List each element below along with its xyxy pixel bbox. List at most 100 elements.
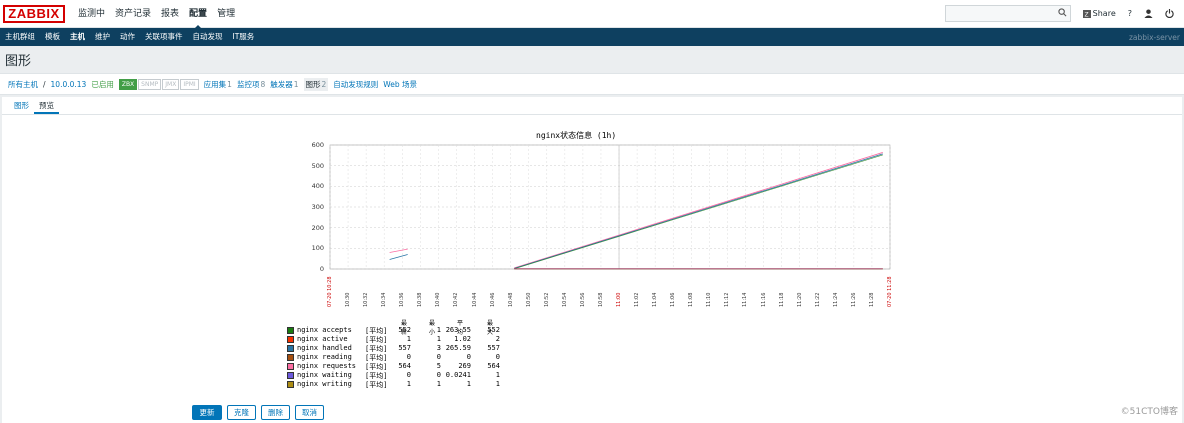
clone-button[interactable]: 克隆 xyxy=(227,405,256,420)
legend-value-avg: 1 xyxy=(466,380,471,388)
page-title: 图形 xyxy=(5,54,32,69)
tag-zbx: ZBX xyxy=(118,78,138,90)
breadcrumb-triggers[interactable]: 触发器1 xyxy=(270,79,298,90)
submenu-hosts[interactable]: 主机 xyxy=(65,28,90,46)
legend-swatch xyxy=(287,372,294,379)
breadcrumb: 所有主机 / 10.0.0.13 已启用 ZBX SNMP JMX IPMI 应… xyxy=(0,73,1184,95)
delete-button[interactable]: 删除 xyxy=(261,405,290,420)
legend-series-name: nginx reading xyxy=(297,353,352,361)
host-status[interactable]: 已启用 xyxy=(91,79,114,90)
search-icon[interactable] xyxy=(1058,8,1067,17)
breadcrumb-discovery-rules[interactable]: 自动发现规则 xyxy=(333,79,378,90)
legend-value-last: 1 xyxy=(406,335,411,343)
x-tick-label: 10:32 xyxy=(363,292,370,307)
legend-value-avg: 269 xyxy=(458,362,471,370)
main-menu: 监测中 资产记录 报表 配置 管理 xyxy=(73,0,240,29)
y-tick-label: 200 xyxy=(311,223,324,232)
menu-inventory[interactable]: 资产记录 xyxy=(110,0,156,28)
breadcrumb-web-scenarios[interactable]: Web 场景 xyxy=(383,79,417,90)
help-link[interactable]: ? xyxy=(1128,9,1132,18)
breadcrumb-applications[interactable]: 应用集1 xyxy=(204,79,232,90)
legend-value-last: 552 xyxy=(398,326,411,334)
legend-value-last: 0 xyxy=(406,353,411,361)
legend-value-min: 1 xyxy=(436,335,441,343)
tab-graph[interactable]: 图形 xyxy=(9,97,34,114)
legend-value-min: 1 xyxy=(436,380,441,388)
legend-swatch xyxy=(287,354,294,361)
menu-reports[interactable]: 报表 xyxy=(156,0,184,28)
legend-value-max: 0 xyxy=(495,353,500,361)
legend-swatch xyxy=(287,363,294,370)
tab-bar: 图形 预览 xyxy=(2,97,1182,115)
legend-value-avg: 0 xyxy=(466,353,471,361)
tab-preview[interactable]: 预览 xyxy=(34,97,59,114)
submenu-maintenance[interactable]: 维护 xyxy=(90,28,115,46)
legend-value-max: 1 xyxy=(495,380,500,388)
top-bar: ZABBIX 监测中 资产记录 报表 配置 管理 Z Share ? xyxy=(0,0,1184,29)
legend-value-last: 1 xyxy=(406,380,411,388)
x-tick-label: 07-20 11:28 xyxy=(887,276,893,307)
x-tick-label: 11:00 xyxy=(616,292,623,307)
x-tick-label: 11:10 xyxy=(706,292,713,307)
x-tick-label: 11:22 xyxy=(814,292,821,307)
legend-value-min: 1 xyxy=(436,326,441,334)
x-tick-label: 10:50 xyxy=(525,292,532,307)
logout-icon[interactable] xyxy=(1165,9,1174,18)
submenu-discovery[interactable]: 自动发现 xyxy=(188,28,228,46)
submenu-actions[interactable]: 动作 xyxy=(115,28,140,46)
x-tick-label: 10:48 xyxy=(507,292,514,307)
legend-series-name: nginx accepts xyxy=(297,326,352,334)
x-tick-label: 07-20 10:28 xyxy=(327,276,333,307)
menu-configuration[interactable]: 配置 xyxy=(184,0,212,29)
y-tick-label: 500 xyxy=(311,161,324,170)
search-input[interactable] xyxy=(944,5,1071,22)
y-tick-label: 400 xyxy=(311,182,324,191)
x-tick-label: 11:20 xyxy=(796,292,803,307)
x-tick-label: 10:46 xyxy=(489,292,496,307)
x-tick-label: 11:28 xyxy=(868,292,875,307)
tag-jmx: JMX xyxy=(162,78,180,90)
x-tick-label: 11:12 xyxy=(724,292,731,307)
title-bar: 图形 xyxy=(0,46,1184,73)
x-tick-label: 11:24 xyxy=(832,292,839,307)
breadcrumb-host[interactable]: 10.0.0.13 xyxy=(51,80,87,89)
submenu-event-correlation[interactable]: 关联项事件 xyxy=(140,28,188,46)
share-link[interactable]: Z Share xyxy=(1082,9,1116,18)
breadcrumb-items[interactable]: 监控项8 xyxy=(237,79,265,90)
y-tick-label: 300 xyxy=(311,203,324,211)
submenu-templates[interactable]: 模板 xyxy=(40,28,65,46)
x-tick-label: 10:34 xyxy=(381,292,388,307)
legend-swatch xyxy=(287,381,294,388)
breadcrumb-graphs[interactable]: 图形2 xyxy=(303,77,329,91)
legend-swatch xyxy=(287,345,294,352)
submenu-host-groups[interactable]: 主机群组 xyxy=(0,28,40,46)
server-name: zabbix-server xyxy=(1128,32,1180,42)
legend-value-min: 0 xyxy=(436,353,441,361)
x-tick-label: 10:42 xyxy=(453,292,460,307)
update-button[interactable]: 更新 xyxy=(192,405,222,420)
legend-series-name: nginx requests xyxy=(297,362,357,370)
user-profile-icon[interactable] xyxy=(1144,9,1153,18)
x-tick-label: 11:18 xyxy=(778,292,785,307)
share-label: Share xyxy=(1092,9,1116,18)
zabbix-logo[interactable]: ZABBIX xyxy=(3,4,65,23)
availability-tags: ZBX SNMP JMX IPMI xyxy=(118,78,199,90)
legend-value-max: 2 xyxy=(495,335,500,343)
menu-monitoring[interactable]: 监测中 xyxy=(73,0,110,28)
legend-series-name: nginx writing xyxy=(297,380,352,388)
legend-value-min: 5 xyxy=(436,362,441,370)
legend-series-name: nginx handled xyxy=(297,344,352,352)
legend-series-name: nginx waiting xyxy=(297,371,352,379)
legend-value-max: 564 xyxy=(487,362,500,370)
cancel-button[interactable]: 取消 xyxy=(295,405,324,420)
x-tick-label: 11:08 xyxy=(688,292,695,307)
legend-series-name: nginx active xyxy=(297,335,348,343)
share-icon: Z xyxy=(1082,9,1091,18)
x-tick-label: 10:58 xyxy=(597,292,604,307)
menu-administration[interactable]: 管理 xyxy=(212,0,240,28)
legend-value-max: 552 xyxy=(487,326,500,334)
breadcrumb-all-hosts[interactable]: 所有主机 xyxy=(8,79,38,90)
submenu-it-services[interactable]: IT服务 xyxy=(228,28,260,46)
legend-value-last: 0 xyxy=(406,371,411,379)
legend-swatch xyxy=(287,327,294,334)
